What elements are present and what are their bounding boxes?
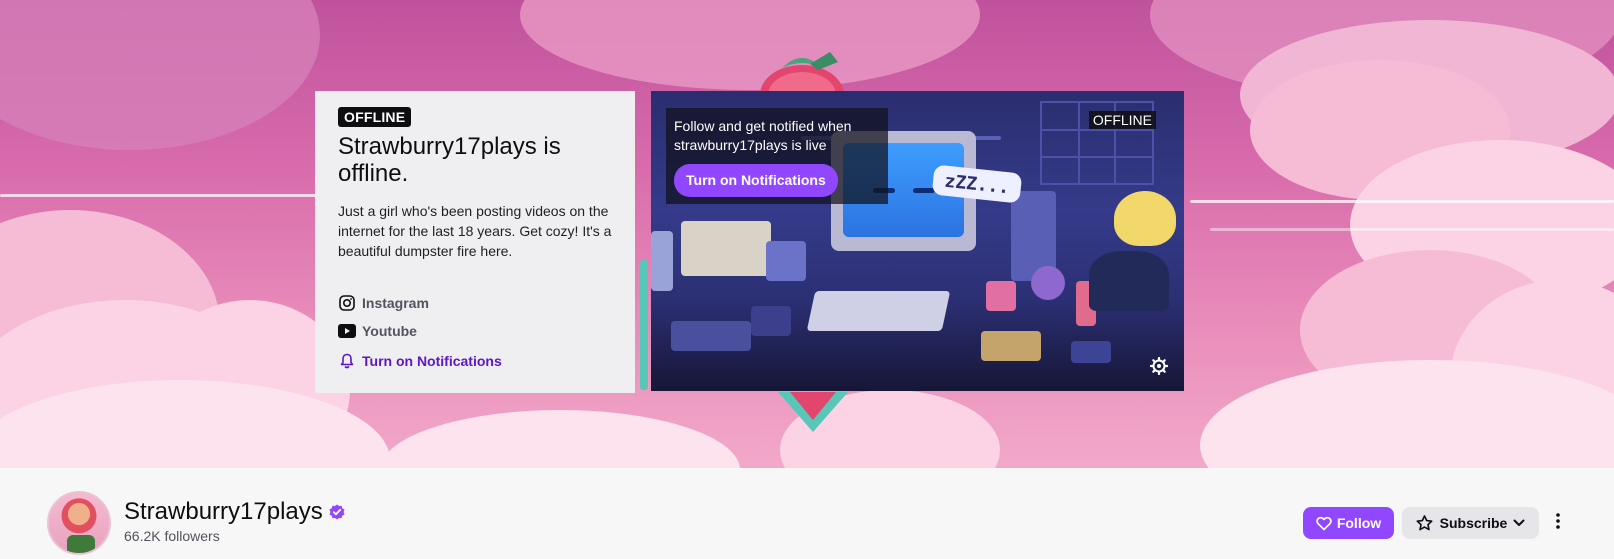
follower-count: 66.2K followers <box>124 528 220 544</box>
vertical-ellipsis-icon <box>1556 512 1560 534</box>
notifications-label: Turn on Notifications <box>362 353 502 369</box>
keyboard <box>806 291 951 331</box>
follow-label: Follow <box>1336 515 1382 531</box>
channel-avatar[interactable] <box>47 491 111 555</box>
cassette-tapes <box>981 331 1041 361</box>
player-offline-tag: OFFLINE <box>1088 111 1156 129</box>
youtube-label: Youtube <box>362 323 417 339</box>
player-settings-button[interactable] <box>1148 356 1170 380</box>
channel-name[interactable]: Strawburry17plays <box>124 498 345 526</box>
rubiks-cube <box>986 281 1016 311</box>
rotary-phone <box>1089 251 1169 311</box>
bottle <box>651 231 673 291</box>
light-streak <box>1190 200 1614 203</box>
follow-prompt-text: Follow and get notified when strawburry1… <box>674 118 852 153</box>
subscribe-label: Subscribe <box>1439 515 1508 531</box>
offline-info-card: OFFLINE Strawburry17plays is offline. Ju… <box>315 91 635 393</box>
heart-icon <box>1316 516 1332 531</box>
light-streak <box>0 194 360 197</box>
cloud <box>380 410 740 468</box>
instagram-link[interactable]: Instagram <box>338 289 612 317</box>
offline-badge: OFFLINE <box>338 107 412 127</box>
follow-prompt: Follow and get notified when strawburry1… <box>666 108 888 204</box>
neon-bar <box>640 260 648 390</box>
sky-cloud <box>520 0 980 90</box>
turn-on-notifications-link[interactable]: Turn on Notifications <box>338 347 612 375</box>
instagram-label: Instagram <box>362 295 429 311</box>
social-links: Instagram Youtube Turn on Notifications <box>338 289 612 375</box>
youtube-link[interactable]: Youtube <box>338 317 612 345</box>
youtube-icon <box>338 322 356 340</box>
turn-on-notifications-button[interactable]: Turn on Notifications <box>674 164 838 197</box>
calculator <box>751 306 791 336</box>
follow-button[interactable]: Follow <box>1303 507 1394 539</box>
channel-bio: Just a girl who's been posting videos on… <box>338 203 612 259</box>
cat-plush <box>1114 191 1176 246</box>
bell-icon <box>338 352 356 370</box>
light-streak <box>1210 228 1614 231</box>
cloud <box>1200 360 1614 468</box>
instagram-icon <box>338 294 356 312</box>
game-controller <box>1071 341 1111 363</box>
gadget <box>766 241 806 281</box>
chevron-down-icon <box>1513 519 1525 527</box>
channel-name-text: Strawburry17plays <box>124 498 323 525</box>
star-icon <box>1416 515 1433 531</box>
verified-badge-icon <box>329 504 345 520</box>
strawberry-tip-icon <box>778 392 848 432</box>
game-console <box>681 221 771 276</box>
sky-cloud <box>0 0 320 150</box>
plant-pot <box>1031 266 1065 300</box>
offline-video-player[interactable]: zZZ... Follow and get notified when stra… <box>651 91 1184 391</box>
desk-papers <box>671 321 751 351</box>
offline-title: Strawburry17plays is offline. <box>338 133 561 187</box>
subscribe-button[interactable]: Subscribe <box>1402 507 1539 539</box>
gear-icon <box>1149 356 1169 380</box>
more-options-button[interactable] <box>1548 507 1568 539</box>
